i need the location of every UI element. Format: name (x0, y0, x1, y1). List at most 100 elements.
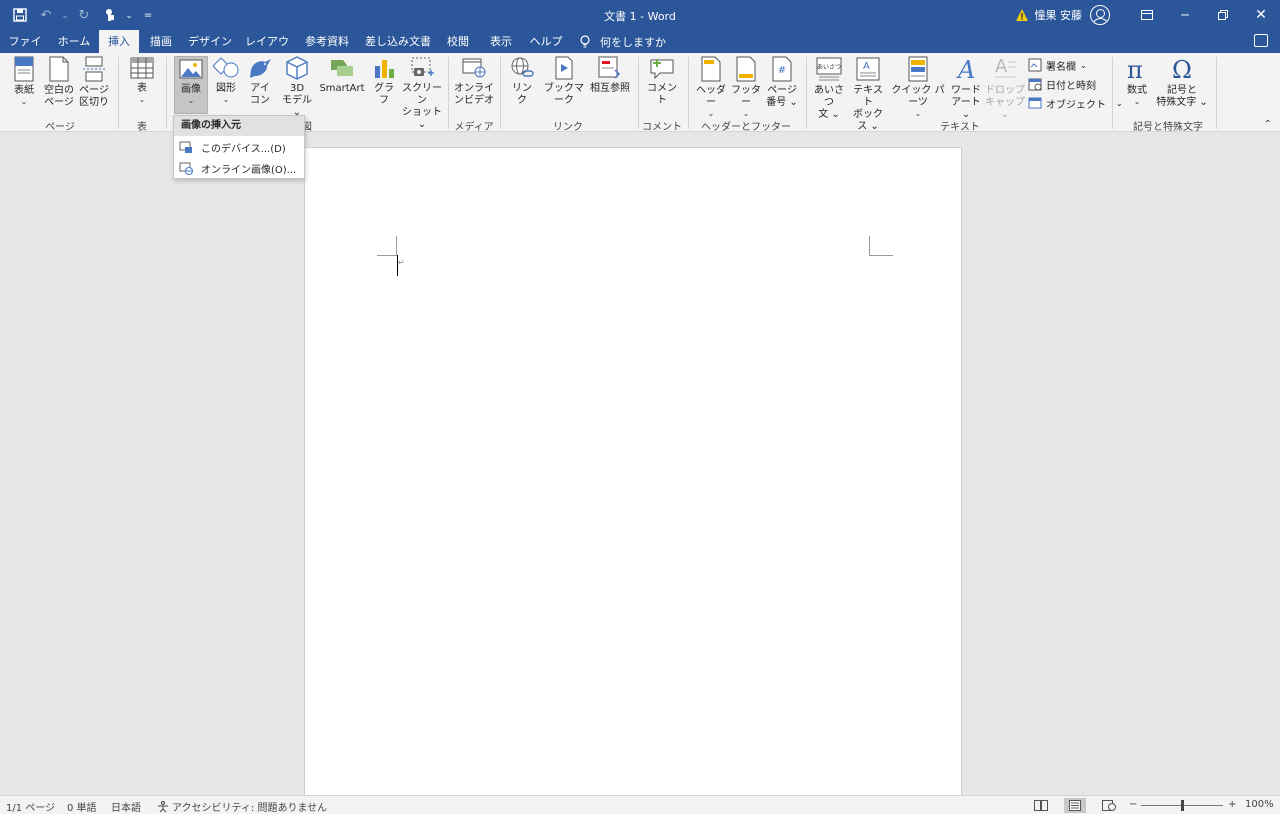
wordart-button[interactable]: A ワード アート ⌄ (946, 56, 986, 121)
object-button[interactable]: オブジェクト ⌄ (1028, 94, 1123, 112)
bird-icon (250, 59, 271, 78)
tab-design[interactable]: デザイン (187, 30, 233, 53)
zoom-in-button[interactable]: + (1228, 799, 1236, 810)
zoom-level[interactable]: 100% (1245, 799, 1274, 810)
comments-button[interactable] (1254, 34, 1268, 47)
signature-line-button[interactable]: 署名欄 ⌄ (1028, 56, 1087, 74)
bookmark-button[interactable]: ブックマーク (540, 56, 588, 107)
ribbon-display-options-button[interactable] (1128, 0, 1166, 30)
collapse-ribbon-button[interactable]: ⌃ (1264, 119, 1272, 130)
date-time-label: 日付と時刻 (1046, 80, 1096, 92)
print-layout-button[interactable] (1064, 798, 1086, 813)
online-video-label-1: オンライ (454, 83, 494, 94)
footer-button[interactable]: フッター ⌄ (729, 56, 763, 119)
online-picture-icon (179, 162, 193, 175)
tab-insert[interactable]: 挿入 (99, 30, 139, 53)
zoom-slider[interactable] (1141, 800, 1223, 811)
undo-button[interactable]: ↶ (34, 2, 58, 28)
page-number-button[interactable]: # ページ 番号 ⌄ (764, 56, 800, 109)
save-button[interactable] (8, 2, 32, 28)
svg-text:A: A (995, 56, 1008, 77)
symbol-button[interactable]: Ω 記号と 特殊文字 ⌄ (1156, 56, 1208, 109)
group-separator (638, 57, 639, 129)
icons-button[interactable]: アイ コン (245, 56, 275, 107)
warning-icon[interactable] (1015, 8, 1029, 22)
web-layout-button[interactable] (1098, 798, 1120, 813)
group-label-symbols: 記号と特殊文字 (1133, 122, 1203, 133)
tab-draw[interactable]: 描画 (143, 30, 179, 53)
link-button[interactable]: リン ク (508, 56, 536, 107)
close-button[interactable]: ✕ (1242, 0, 1280, 30)
device-picture-icon (179, 141, 192, 153)
shapes-button[interactable]: 図形 ⌄ (211, 56, 241, 105)
accessibility-status[interactable]: アクセシビリティ: 問題ありません (157, 799, 327, 814)
touch-mode-dropdown[interactable]: ⌄ (124, 2, 134, 28)
zoom-out-button[interactable]: − (1129, 799, 1137, 810)
greeting-button[interactable]: あいさつ あいさつ 文 ⌄ (810, 56, 848, 121)
restore-button[interactable] (1204, 0, 1242, 30)
user-name[interactable]: 憧果 安藤 (1035, 7, 1083, 23)
screenshot-button[interactable]: スクリーン ショット ⌄ (401, 56, 443, 131)
tab-references[interactable]: 参考資料 (301, 30, 353, 53)
redo-button[interactable]: ↻ (72, 2, 96, 28)
page-count[interactable]: 1/1 ページ (6, 799, 55, 814)
chart-button[interactable]: グラフ (370, 56, 398, 107)
menu-item-this-device[interactable]: このデバイス...(D) (174, 137, 304, 157)
save-icon (13, 8, 27, 22)
page-break-button[interactable]: ページ 区切り (78, 56, 110, 109)
zoom-slider-thumb[interactable] (1180, 800, 1184, 811)
tab-home[interactable]: ホーム (54, 30, 94, 53)
undo-icon: ↶ (40, 7, 52, 23)
screenshot-label-1: スクリーン (402, 83, 442, 106)
quick-parts-button[interactable]: クイック パーツ ⌄ (888, 56, 948, 119)
document-canvas[interactable]: ↵ (0, 132, 1280, 807)
language-status[interactable]: 日本語 (111, 799, 141, 814)
online-video-button[interactable]: オンライ ンビデオ (454, 56, 494, 107)
icons-label-2: コン (250, 95, 270, 106)
quick-parts-icon (908, 56, 928, 82)
blank-page-button[interactable]: 空白の ページ (43, 56, 75, 109)
date-time-button[interactable]: 日付と時刻 (1028, 75, 1096, 93)
tell-me-search[interactable]: 何をしますか (580, 30, 666, 53)
word-count[interactable]: 0 単語 (67, 799, 97, 814)
group-separator (166, 57, 167, 129)
menu-item-online-pictures[interactable]: オンライン画像(O)... (174, 158, 304, 178)
bookmark-label: ブックマーク (544, 83, 584, 106)
chevron-down-icon: ⌄ (1080, 60, 1087, 70)
drop-cap-button[interactable]: A ドロップ キャップ ⌄ (984, 56, 1026, 121)
touch-mode-button[interactable] (98, 2, 122, 28)
customize-qat-button[interactable]: = (136, 2, 160, 28)
tab-mailings[interactable]: 差し込み文書 (363, 30, 433, 53)
pictures-label: 画像 (181, 84, 201, 95)
avatar[interactable] (1090, 5, 1110, 25)
cover-page-button[interactable]: 表紙 ⌄ (8, 56, 40, 107)
table-button[interactable]: 表 ⌄ (128, 56, 156, 105)
ribbon-display-icon (1141, 10, 1153, 20)
header-button[interactable]: ヘッダー ⌄ (694, 56, 728, 119)
pictures-button[interactable]: 画像 ⌄ (174, 56, 208, 114)
undo-dropdown[interactable]: ⌄ (60, 2, 70, 28)
3d-models-button[interactable]: 3D モデル ⌄ (278, 56, 316, 119)
menu-item-label: このデバイス...(D) (201, 143, 286, 155)
new-comment-button[interactable]: コメント (644, 56, 680, 107)
tab-file[interactable]: ファイル (4, 30, 46, 71)
tab-review[interactable]: 校閲 (442, 30, 474, 53)
picture-icon (179, 59, 203, 79)
cube-icon (286, 56, 308, 80)
read-mode-button[interactable] (1030, 798, 1052, 813)
document-page[interactable]: ↵ (304, 147, 962, 807)
equation-button[interactable]: π 数式 ⌄ (1120, 56, 1154, 107)
lightbulb-icon (580, 34, 590, 47)
tab-layout[interactable]: レイアウト (241, 30, 293, 71)
tab-view[interactable]: 表示 (484, 30, 518, 53)
footer-label: フッター (731, 85, 761, 108)
tab-help[interactable]: ヘルプ (528, 30, 564, 53)
smartart-button[interactable]: SmartArt (318, 56, 366, 95)
calendar-icon (1028, 78, 1042, 91)
chevron-down-icon: ⌄ (20, 97, 28, 106)
svg-text:Ω: Ω (1172, 56, 1192, 82)
group-separator (500, 57, 501, 129)
group-separator (1112, 57, 1113, 129)
minimize-button[interactable]: ─ (1166, 0, 1204, 30)
cross-reference-button[interactable]: 相互参照 (588, 56, 632, 95)
